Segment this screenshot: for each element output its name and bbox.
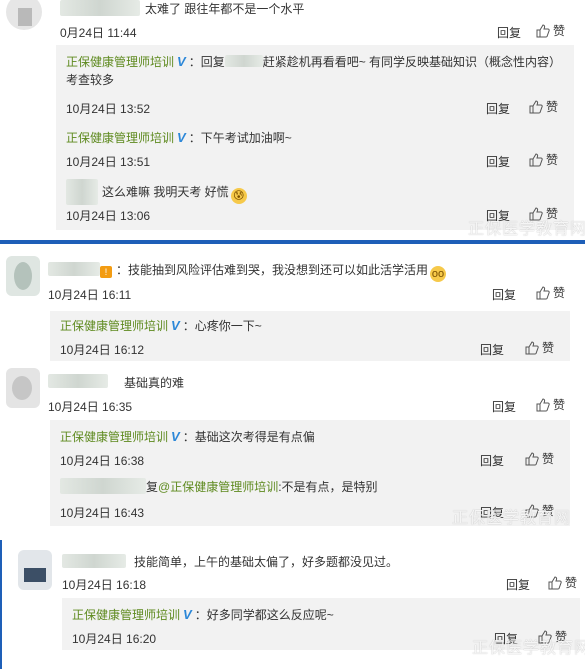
like-button[interactable]: 赞 [529,151,558,168]
reply-button[interactable]: 回复 [486,100,510,117]
like-label: 赞 [553,24,566,38]
username-blurred[interactable] [62,554,126,568]
like-label: 赞 [553,286,566,300]
comment-time: 10月24日 16:18 [62,578,147,592]
verified-icon: V [183,607,192,622]
like-button[interactable]: 赞 [536,396,565,413]
avatar[interactable] [6,368,40,408]
like-label: 赞 [553,398,566,412]
like-button[interactable]: 赞 [536,284,565,301]
thumbs-up-icon [529,153,543,167]
watermark: 正保医学教育网 [472,640,585,657]
thumbs-up-icon [525,341,539,355]
reply-button[interactable]: 回复 [506,576,530,593]
comment-block-1: 太难了 跟往年都不是一个水平 0月24日 11:44 回复 赞 正保健康管理师培… [0,0,585,241]
reply-time: 10月24日 16:43 [60,506,145,520]
reply-button[interactable]: 回复 [497,24,521,41]
reply-text: 正保健康管理师培训 V ：回复 赶紧趁机再看看吧~ 有同学反映基础知识（概念性内容）考… [66,54,556,87]
thumbs-up-icon [536,286,550,300]
username-blurred[interactable] [60,0,140,16]
verified-icon: V [171,429,180,444]
thumbs-up-icon [536,398,550,412]
username-blurred[interactable] [60,478,146,494]
reply-text: 正保健康管理师培训 V ：基础这次考得是有点偏 [60,429,315,444]
thumbs-up-icon [529,100,543,114]
reply-time: 10月24日 13:51 [66,155,151,169]
like-button[interactable]: 赞 [548,574,577,591]
official-author[interactable]: 正保健康管理师培训 [66,55,174,69]
thumbs-up-icon [548,576,562,590]
reply-text: 正保健康管理师培训 V ：下午考试加油啊~ [66,130,292,145]
reply-time: 10月24日 16:38 [60,454,145,468]
reply-button[interactable]: 回复 [486,153,510,170]
worried-face-icon: 😰 [230,188,247,204]
like-button[interactable]: 赞 [525,339,554,356]
reply-text: 这么难嘛 我明天考 好慌 😰 [102,183,247,204]
avatar[interactable] [6,256,40,296]
reply-list: 正保健康管理师培训 V ：回复 赶紧趁机再看看吧~ 有同学反映基础知识（概念性内容）考… [56,45,574,230]
like-label: 赞 [542,452,555,466]
like-label: 赞 [546,153,559,167]
avatar[interactable] [6,0,42,30]
verified-icon: V [177,130,186,145]
comment-text: ! ：技能抽到风险评估难到哭，我没想到还可以如此活学活用 oo [100,261,447,282]
mention-link[interactable]: @正保健康管理师培训 [158,480,278,494]
reply-time: 10月24日 16:20 [72,632,157,646]
username-blurred[interactable] [66,179,98,205]
reply-time: 10月24日 13:52 [66,102,151,116]
reply-button[interactable]: 回复 [480,452,504,469]
reply-button[interactable]: 回复 [492,286,516,303]
like-button[interactable]: 赞 [536,22,565,39]
reply-button[interactable]: 回复 [480,341,504,358]
avatar[interactable] [18,550,52,590]
official-author[interactable]: 正保健康管理师培训 [72,608,180,622]
reply-button[interactable]: 回复 [492,398,516,415]
like-label: 赞 [546,100,559,114]
comment-text: 技能简单，上午的基础太偏了，好多题都没见过。 [134,555,399,569]
username-blurred[interactable] [48,262,100,276]
reply-text: 复@正保健康管理师培训:不是有点，是特别 [146,480,378,494]
thumbs-up-icon [525,452,539,466]
comment-time: 10月24日 16:11 [48,288,132,302]
like-label: 赞 [542,341,555,355]
reply-time: 10月24日 16:12 [60,343,145,357]
comment-time: 10月24日 16:35 [48,400,133,414]
reply-time: 10月24日 13:06 [66,209,151,223]
like-label: 赞 [565,576,578,590]
watermark: 正保医学教育网 [468,221,585,238]
mention-blurred [224,55,263,67]
thumbs-up-icon [536,24,550,38]
comment-text: 基础真的难 [124,376,185,390]
official-author[interactable]: 正保健康管理师培训 [60,319,168,333]
comment-block-2: ! ：技能抽到风险评估难到哭，我没想到还可以如此活学活用 oo 10月24日 16:… [0,244,585,534]
like-button[interactable]: 赞 [525,450,554,467]
comment-text: 太难了 跟往年都不是一个水平 [145,2,305,16]
verified-icon: V [171,318,180,333]
like-button[interactable]: 赞 [529,98,558,115]
reply-text: 正保健康管理师培训 V ：心疼你一下~ [60,318,262,333]
username-blurred[interactable] [48,374,108,388]
warning-icon: ! [100,266,112,278]
glasses-face-icon: oo [430,266,447,282]
reply-list: 正保健康管理师培训 V ：心疼你一下~ 10月24日 16:12 回复 赞 [50,311,570,361]
official-author[interactable]: 正保健康管理师培训 [66,131,174,145]
verified-icon: V [177,54,186,69]
watermark: 正保医学教育网 [452,510,572,527]
comment-time: 0月24日 11:44 [60,26,137,40]
comment-block-4: 技能简单，上午的基础太偏了，好多题都没见过。 10月24日 16:18 回复 赞… [2,540,585,669]
reply-text: 正保健康管理师培训 V ：好多同学都这么反应呢~ [72,607,334,622]
official-author[interactable]: 正保健康管理师培训 [60,430,168,444]
